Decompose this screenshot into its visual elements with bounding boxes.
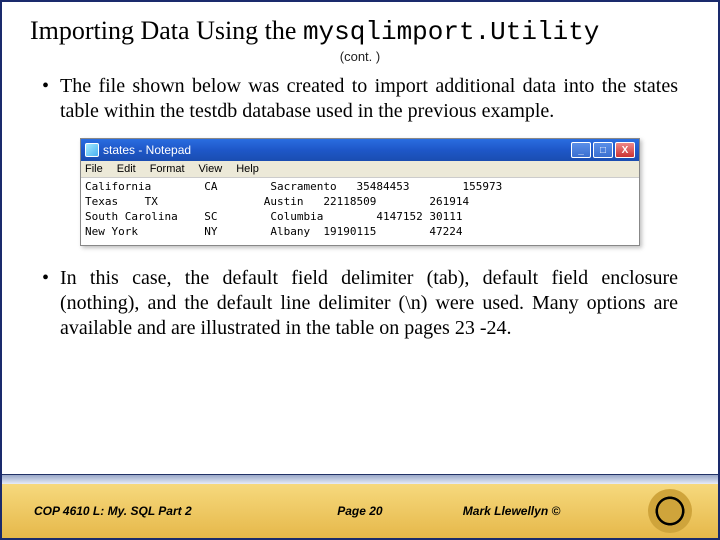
bullet-marker: •	[42, 266, 60, 341]
bullet-1-text: The file shown below was created to impo…	[60, 74, 678, 124]
menu-format[interactable]: Format	[150, 163, 185, 175]
footer-content: COP 4610 L: My. SQL Part 2 Page 20 Mark …	[2, 484, 718, 538]
ucf-logo-icon	[648, 489, 692, 533]
menu-file[interactable]: File	[85, 163, 103, 175]
continuation-label: (cont. )	[2, 49, 718, 64]
footer: COP 4610 L: My. SQL Part 2 Page 20 Mark …	[2, 474, 718, 538]
notepad-titlebar: states - Notepad _ □ X	[81, 139, 639, 161]
slide-title: Importing Data Using the mysqlimport.Uti…	[2, 2, 718, 49]
footer-page: Page 20	[267, 504, 453, 518]
title-code: mysqlimport.Utility	[303, 17, 599, 47]
title-text: Importing Data Using the	[30, 16, 303, 45]
bullet-2-text: In this case, the default field delimite…	[60, 266, 678, 341]
notepad-title: states - Notepad	[103, 143, 567, 157]
footer-author: Mark Llewellyn ©	[463, 504, 630, 518]
footer-course: COP 4610 L: My. SQL Part 2	[34, 504, 257, 518]
bullet-2: • In this case, the default field delimi…	[2, 262, 718, 351]
minimize-button[interactable]: _	[571, 142, 591, 158]
notepad-body[interactable]: California CA Sacramento 35484453 155973…	[81, 178, 639, 245]
close-button[interactable]: X	[615, 142, 635, 158]
maximize-button[interactable]: □	[593, 142, 613, 158]
menu-edit[interactable]: Edit	[117, 163, 136, 175]
notepad-menubar: File Edit Format View Help	[81, 161, 639, 178]
notepad-app-icon	[85, 143, 99, 157]
window-controls: _ □ X	[571, 142, 635, 158]
bullet-marker: •	[42, 74, 60, 124]
menu-view[interactable]: View	[199, 163, 223, 175]
menu-help[interactable]: Help	[236, 163, 259, 175]
footer-divider	[2, 474, 718, 484]
bullet-1: • The file shown below was created to im…	[2, 70, 718, 134]
notepad-window: states - Notepad _ □ X File Edit Format …	[80, 138, 640, 246]
